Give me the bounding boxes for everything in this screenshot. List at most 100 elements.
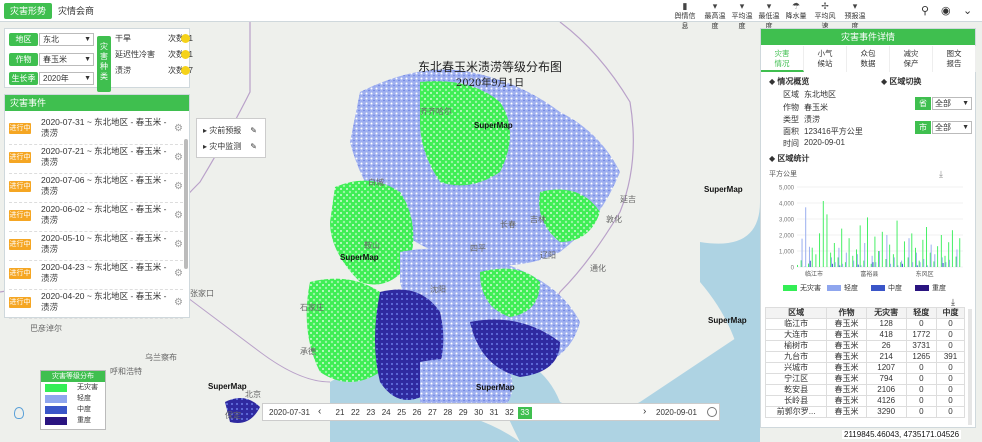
chart-bar[interactable] bbox=[831, 257, 832, 267]
chart-bar[interactable] bbox=[845, 252, 847, 267]
tool-avg-temp[interactable]: ▾ 平均温度 bbox=[729, 1, 755, 31]
chart-bar[interactable] bbox=[945, 262, 947, 267]
tab-consultation[interactable]: 灾情会商 bbox=[52, 3, 100, 19]
chart-bar[interactable] bbox=[863, 260, 865, 267]
chart-bar[interactable] bbox=[903, 241, 905, 267]
chart-bar[interactable] bbox=[822, 200, 824, 267]
city-select[interactable]: 全部 ▼ bbox=[932, 121, 972, 134]
chart-bar[interactable] bbox=[918, 260, 920, 267]
timeline-tick[interactable]: 26 bbox=[410, 407, 424, 419]
crop-select[interactable]: 春玉米 ▼ bbox=[39, 53, 94, 66]
gear-icon[interactable]: ⚙ bbox=[174, 123, 183, 134]
chart-bar[interactable] bbox=[853, 260, 855, 267]
eye-icon[interactable]: ◉ bbox=[941, 4, 951, 17]
chart-bar[interactable] bbox=[893, 257, 895, 267]
chart-bar[interactable] bbox=[927, 265, 928, 267]
disaster-row-waterlogging[interactable]: 渍涝 次数: 7 bbox=[115, 65, 193, 77]
season-select[interactable]: 2020年 ▼ bbox=[39, 72, 94, 85]
download-icon[interactable]: ⤓ bbox=[939, 169, 943, 180]
chart-bar[interactable] bbox=[805, 207, 807, 267]
timeline-tick[interactable]: 27 bbox=[425, 407, 439, 419]
chart-bar[interactable] bbox=[889, 244, 891, 267]
timeline-tick[interactable]: 23 bbox=[364, 407, 378, 419]
chart-bar[interactable] bbox=[930, 244, 932, 267]
timeline-tick[interactable]: 21 bbox=[333, 407, 347, 419]
table-row[interactable]: 榆树市 春玉米 26 3731 0 bbox=[764, 340, 965, 352]
chart-bar[interactable] bbox=[867, 217, 868, 267]
chart-bar[interactable] bbox=[940, 235, 942, 267]
chart-bar[interactable] bbox=[886, 235, 888, 267]
chart-bar[interactable] bbox=[839, 265, 841, 267]
timeline-tick[interactable]: 32 bbox=[502, 407, 516, 419]
chart-bar[interactable] bbox=[919, 262, 921, 267]
timeline-tick[interactable]: 31 bbox=[487, 407, 501, 419]
chart-bar[interactable] bbox=[871, 255, 873, 267]
scrollbar[interactable] bbox=[968, 309, 972, 425]
chart-bar[interactable] bbox=[959, 238, 961, 267]
chart-bar[interactable] bbox=[860, 265, 862, 267]
gear-icon[interactable]: ⚙ bbox=[174, 210, 183, 221]
event-item[interactable]: 进行中 2020-07-06 ~ 东北地区 - 春玉米 - 渍涝 ⚙ bbox=[9, 173, 183, 203]
event-item[interactable]: 进行中 2020-07-31 ~ 东北地区 - 春玉米 - 渍涝 ⚙ bbox=[9, 115, 183, 145]
tool-min-temp[interactable]: ▾ 最低温度 bbox=[756, 1, 782, 31]
chart-bar[interactable] bbox=[951, 230, 953, 267]
region-select[interactable]: 东北 ▼ bbox=[39, 33, 94, 46]
table-row[interactable]: 大连市 春玉米 418 1772 0 bbox=[764, 329, 965, 341]
chart-bar[interactable] bbox=[881, 231, 883, 267]
chart-legend-item[interactable]: 无灾害 bbox=[783, 284, 821, 294]
prev-icon[interactable]: ‹ bbox=[318, 406, 321, 418]
chart-bar[interactable] bbox=[908, 238, 910, 267]
chart-bar[interactable] bbox=[911, 233, 913, 267]
chart-bar[interactable] bbox=[809, 260, 811, 267]
scrollbar[interactable] bbox=[184, 139, 188, 269]
chart-bar[interactable] bbox=[833, 243, 835, 267]
timeline-tick[interactable]: 29 bbox=[456, 407, 470, 419]
tool-public-opinion[interactable]: ▮ 舆情信息 bbox=[672, 1, 698, 31]
gear-icon[interactable]: ⚙ bbox=[174, 297, 183, 308]
timeline-tick[interactable]: 33 bbox=[517, 407, 532, 419]
menu-item-monitoring[interactable]: ▸ 灾中监测 ✎ bbox=[203, 140, 263, 154]
chart-bar[interactable] bbox=[859, 225, 861, 267]
column-header[interactable]: 无灾害 bbox=[865, 307, 907, 319]
chart-bar[interactable] bbox=[834, 262, 836, 267]
chart-bar[interactable] bbox=[929, 252, 931, 267]
table-row[interactable]: 长岭县 春玉米 4126 0 0 bbox=[764, 395, 965, 407]
chart-bar[interactable] bbox=[890, 263, 892, 267]
table-row[interactable]: 宁江区 春玉米 794 0 0 bbox=[764, 373, 965, 385]
chart-bar[interactable] bbox=[956, 249, 958, 267]
chart-bar[interactable] bbox=[915, 247, 916, 267]
column-header[interactable]: 作物 bbox=[826, 307, 867, 319]
chart-bar[interactable] bbox=[811, 247, 813, 267]
table-row[interactable]: 九台市 春玉米 214 1265 391 bbox=[764, 351, 965, 363]
column-header[interactable]: 轻度 bbox=[905, 307, 938, 319]
chart-bar[interactable] bbox=[837, 257, 839, 267]
timeline-tick[interactable]: 25 bbox=[395, 407, 409, 419]
chart-bar[interactable] bbox=[852, 255, 854, 267]
chart-bar[interactable] bbox=[922, 239, 924, 267]
chart-bar[interactable] bbox=[885, 259, 887, 267]
chart-bar[interactable] bbox=[878, 251, 880, 267]
event-item[interactable]: 进行中 2020-04-23 ~ 东北地区 - 春玉米 - 渍涝 ⚙ bbox=[9, 260, 183, 290]
column-header[interactable]: 区域 bbox=[764, 307, 828, 319]
chevron-down-icon[interactable]: ⌄ bbox=[963, 4, 972, 17]
disaster-row-drought[interactable]: 干旱 次数: 1 bbox=[115, 33, 193, 45]
gear-icon[interactable]: ⚙ bbox=[174, 239, 183, 250]
tool-precipitation[interactable]: ☂ 降水量 bbox=[783, 1, 809, 21]
chart-bar[interactable] bbox=[844, 262, 846, 267]
chart-bar[interactable] bbox=[902, 263, 903, 267]
chart-bar[interactable] bbox=[856, 254, 858, 267]
chart-bar[interactable] bbox=[892, 254, 894, 267]
chart-bar[interactable] bbox=[944, 255, 946, 267]
tab-disaster-situation[interactable]: 灾害形势 bbox=[4, 3, 53, 19]
chart-bar[interactable] bbox=[933, 261, 935, 267]
column-header[interactable]: 中度 bbox=[936, 307, 965, 319]
chart-bar[interactable] bbox=[872, 262, 874, 267]
detail-tab[interactable]: 众包 数据 bbox=[847, 46, 890, 72]
gear-icon[interactable]: ⚙ bbox=[174, 268, 183, 279]
chart-bar[interactable] bbox=[826, 214, 828, 267]
chart-bar[interactable] bbox=[870, 263, 872, 267]
chart-bar[interactable] bbox=[900, 262, 902, 267]
chart-bar[interactable] bbox=[949, 259, 951, 267]
table-row[interactable]: 乾安县 春玉米 2106 0 0 bbox=[764, 384, 965, 396]
chart-bar[interactable] bbox=[815, 254, 817, 267]
